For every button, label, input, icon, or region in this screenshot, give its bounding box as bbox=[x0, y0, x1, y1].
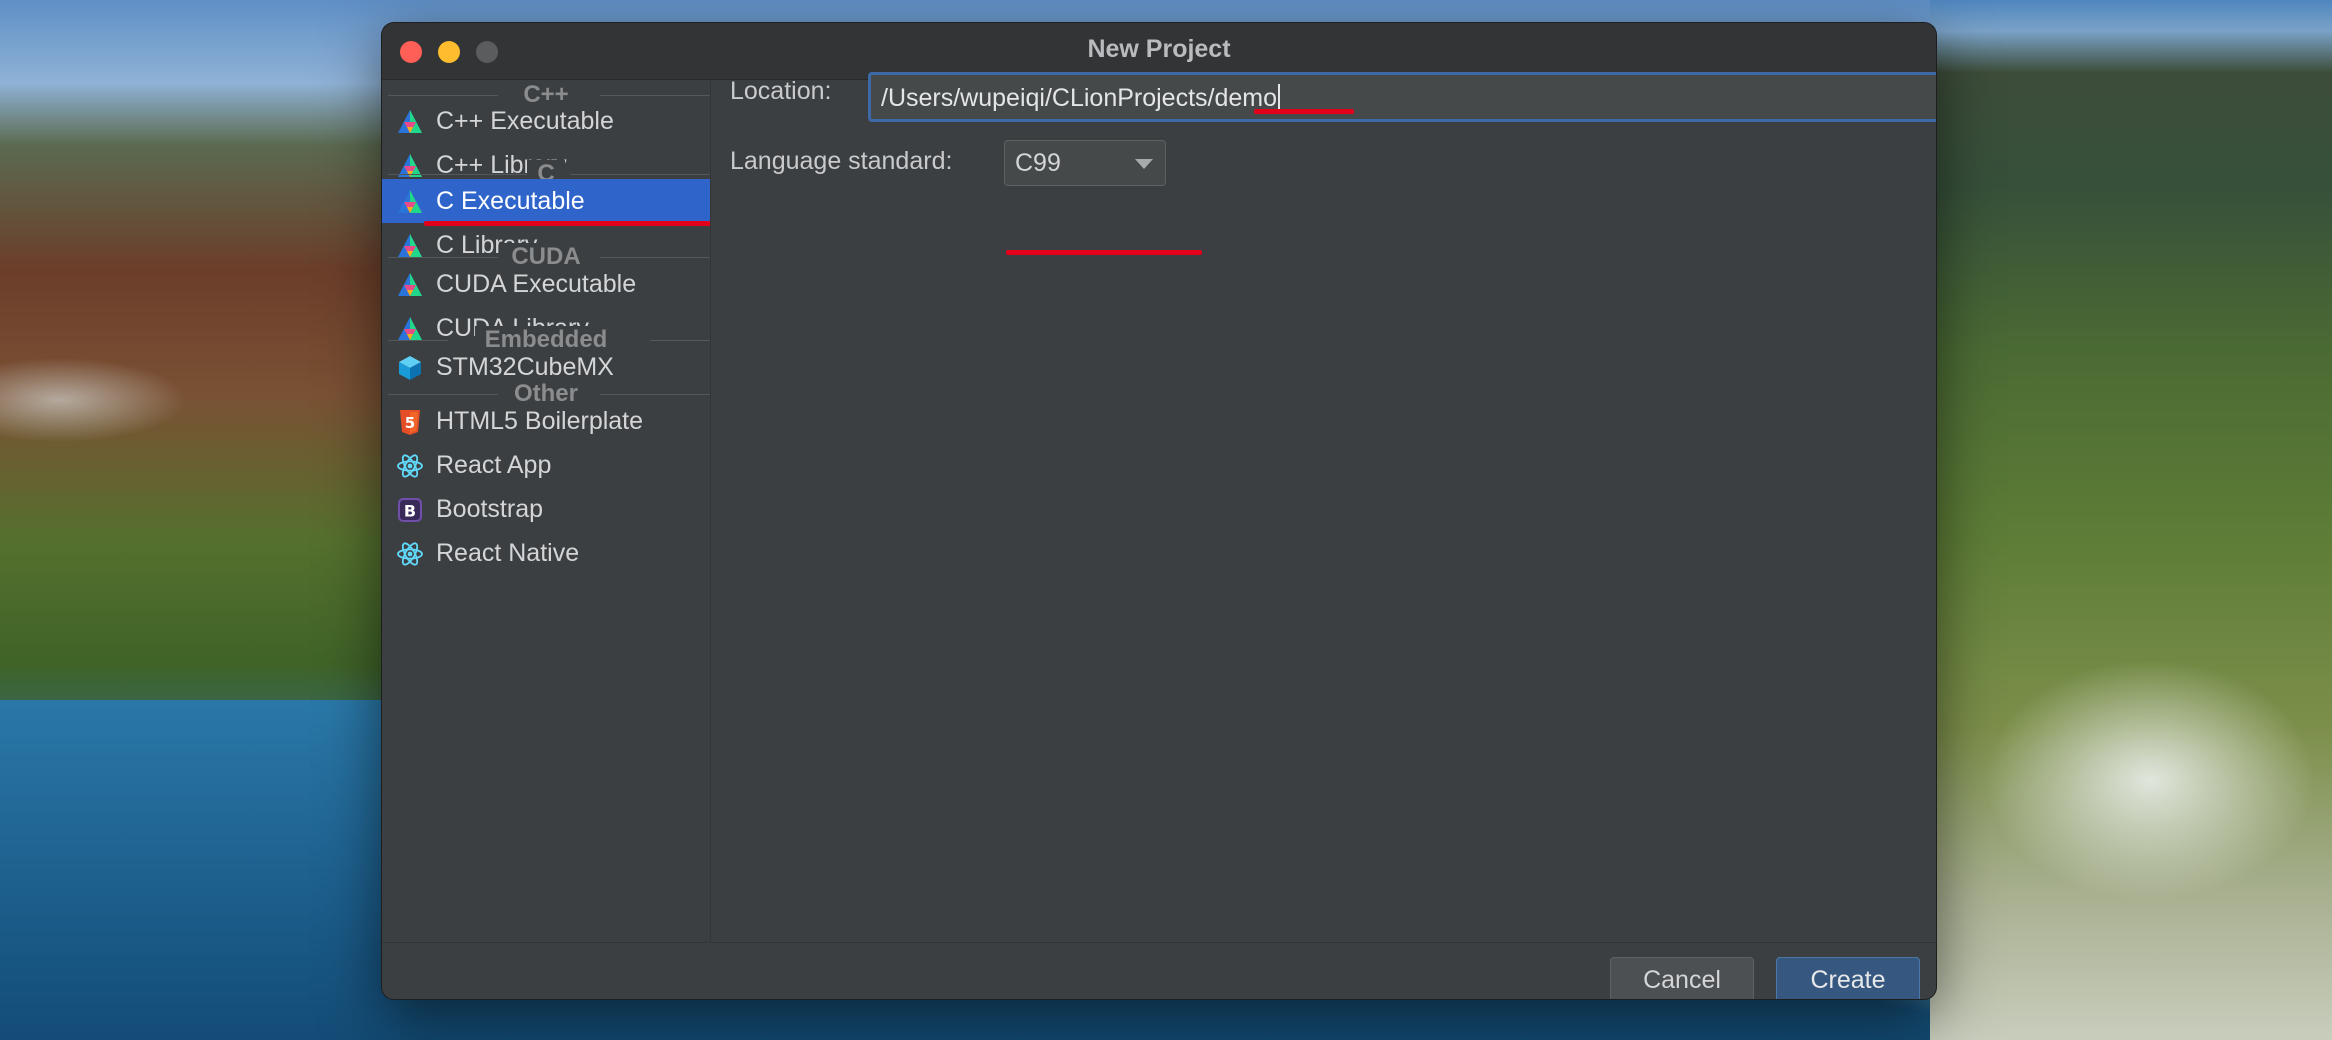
clion-icon bbox=[398, 190, 422, 213]
language-standard-label: Language standard: bbox=[730, 147, 953, 175]
project-type-list: C++ C++ Executable C++ Library C C Execu… bbox=[382, 80, 720, 942]
sidebar-item-label: Bootstrap bbox=[436, 495, 544, 523]
language-standard-value: C99 bbox=[1015, 149, 1061, 177]
sidebar-item-label: C++ Executable bbox=[436, 107, 614, 135]
sidebar-item-label: STM32CubeMX bbox=[436, 353, 614, 381]
sidebar-item-label: HTML5 Boilerplate bbox=[436, 407, 644, 435]
create-button[interactable]: Create bbox=[1776, 957, 1920, 999]
window-title: New Project bbox=[1087, 35, 1231, 63]
location-value: /Users/wupeiqi/CLionProjects/demo bbox=[881, 84, 1278, 112]
cancel-button[interactable]: Cancel bbox=[1610, 957, 1754, 999]
sidebar-item-react-app[interactable]: React App bbox=[382, 443, 710, 487]
sidebar-item-cuda-executable[interactable]: CUDA Executable bbox=[382, 262, 710, 306]
location-input[interactable]: /Users/wupeiqi/CLionProjects/demo bbox=[868, 72, 1936, 122]
sidebar-item-cpp-executable[interactable]: C++ Executable bbox=[382, 99, 710, 143]
bootstrap-icon: B bbox=[398, 498, 422, 522]
svg-text:5: 5 bbox=[405, 414, 415, 432]
language-standard-select[interactable]: C99 bbox=[1004, 140, 1166, 186]
sidebar-item-c-executable[interactable]: C Executable bbox=[382, 179, 710, 223]
text-caret bbox=[1278, 84, 1281, 112]
react-icon bbox=[397, 542, 423, 566]
html5-icon: 5 bbox=[400, 410, 420, 435]
sidebar-item-label: React App bbox=[436, 451, 552, 479]
annotation-underline-demo bbox=[1254, 109, 1354, 114]
sidebar-item-bootstrap[interactable]: B Bootstrap bbox=[382, 487, 710, 531]
new-project-dialog: New Project C++ C++ Executable C++ Libra… bbox=[382, 23, 1936, 999]
sidebar-item-label: React Native bbox=[436, 539, 580, 567]
sidebar-item-label: CUDA Executable bbox=[436, 270, 637, 298]
project-settings-panel bbox=[710, 80, 1936, 942]
cube-icon bbox=[399, 356, 421, 380]
wallpaper-hills bbox=[1930, 0, 2332, 1040]
sidebar-item-react-native[interactable]: React Native bbox=[382, 531, 710, 575]
location-label: Location: bbox=[730, 77, 832, 105]
annotation-underline-language bbox=[1006, 250, 1202, 255]
sidebar-item-label: C Executable bbox=[436, 187, 585, 215]
location-value-wrap: /Users/wupeiqi/CLionProjects/demo bbox=[881, 84, 1281, 112]
clion-icon bbox=[398, 110, 422, 133]
react-icon bbox=[397, 454, 423, 478]
clion-icon bbox=[398, 273, 422, 296]
dialog-footer: Cancel Create bbox=[382, 942, 1936, 999]
svg-text:B: B bbox=[404, 502, 416, 521]
sidebar-item-html5-boilerplate[interactable]: 5 HTML5 Boilerplate bbox=[382, 399, 710, 443]
wallpaper-ocean bbox=[0, 700, 400, 1040]
chevron-down-icon bbox=[1135, 159, 1153, 169]
